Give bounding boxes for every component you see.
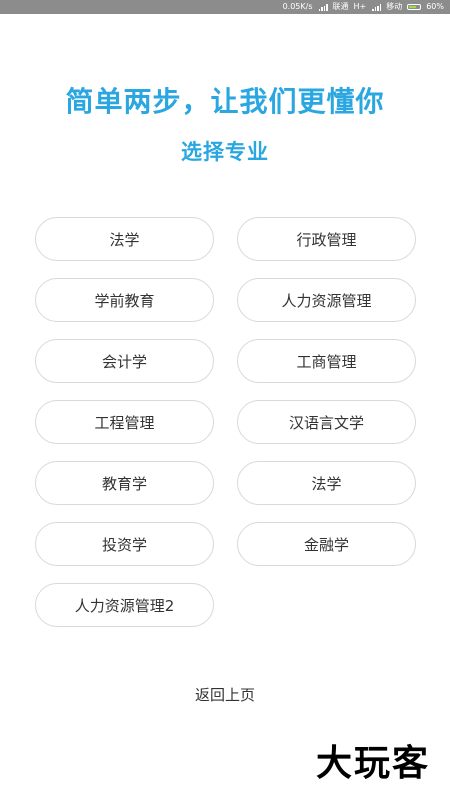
major-option[interactable]: 法学 xyxy=(237,461,416,505)
network-speed: 0.05K/s xyxy=(282,2,313,11)
major-option[interactable]: 金融学 xyxy=(237,522,416,566)
battery-level: 60% xyxy=(426,2,444,11)
major-option[interactable]: 人力资源管理2 xyxy=(35,583,214,627)
page-subtitle: 选择专业 xyxy=(181,140,269,164)
major-option[interactable]: 法学 xyxy=(35,217,214,261)
major-list: 法学 行政管理 学前教育 人力资源管理 会计学 工商管理 工程管理 汉语言文学 … xyxy=(35,217,416,627)
signal-icon xyxy=(318,3,328,11)
major-option[interactable]: 投资学 xyxy=(35,522,214,566)
major-option[interactable]: 工程管理 xyxy=(35,400,214,444)
page-title: 简单两步，让我们更懂你 xyxy=(65,85,385,118)
major-option[interactable]: 学前教育 xyxy=(35,278,214,322)
back-link[interactable]: 返回上页 xyxy=(0,684,450,705)
major-option[interactable]: 人力资源管理 xyxy=(237,278,416,322)
carrier-2: 移动 xyxy=(386,2,403,11)
major-option[interactable]: 行政管理 xyxy=(237,217,416,261)
battery-icon xyxy=(407,4,422,10)
carrier-1: 联通 xyxy=(332,2,349,11)
watermark-logo: 大玩客 xyxy=(315,743,430,784)
network-type: H+ xyxy=(353,2,367,11)
major-option[interactable]: 教育学 xyxy=(35,461,214,505)
major-option[interactable]: 工商管理 xyxy=(237,339,416,383)
signal-icon xyxy=(372,3,382,11)
major-option[interactable]: 汉语言文学 xyxy=(237,400,416,444)
major-option[interactable]: 会计学 xyxy=(35,339,214,383)
status-bar: 0.05K/s 联通 H+ 移动 60% xyxy=(0,0,450,14)
